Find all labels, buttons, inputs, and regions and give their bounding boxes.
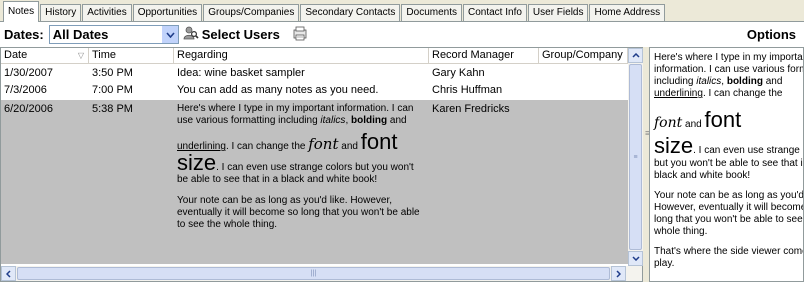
cell-regarding: You can add as many notes as you need. — [177, 84, 379, 96]
viewer-text: and — [682, 119, 705, 130]
note-big-font: font — [360, 129, 398, 154]
cell-date: 1/30/2007 — [4, 67, 53, 79]
notes-toolbar: Dates: All Dates Select Users Options — [0, 22, 804, 47]
tab-opportunities[interactable]: Opportunities — [132, 4, 203, 21]
note-big-size: size — [177, 150, 217, 175]
horizontal-scrollbar[interactable]: ||| — [1, 266, 642, 281]
note-paragraph: Here's where I type in my important info… — [177, 103, 425, 127]
vertical-scrollbar[interactable]: ≡ — [628, 48, 643, 266]
viewer-paragraph: font and font — [654, 107, 803, 132]
column-header-time[interactable]: Time — [89, 48, 174, 63]
cell-group-company — [539, 83, 628, 99]
viewer-bold: bolding — [726, 76, 763, 87]
cell-record-manager: Karen Fredricks — [432, 103, 510, 115]
tab-history[interactable]: History — [40, 4, 82, 21]
grid-rows: 1/30/2007 3:50 PM Idea: wine basket samp… — [1, 64, 628, 264]
note-text: Your note can be as long as you'd like. … — [177, 195, 420, 230]
cell-time: 7:00 PM — [92, 84, 133, 96]
tab-bar: Notes History Activities Opportunities G… — [0, 0, 804, 22]
tab-user-fields[interactable]: User Fields — [527, 4, 589, 21]
note-text: and — [338, 141, 361, 152]
viewer-paragraph: size. I can even use strange colors but … — [654, 133, 803, 182]
cell-group-company — [539, 66, 628, 82]
viewer-big-size: size — [654, 133, 694, 158]
cell-regarding-note: Here's where I type in my important info… — [174, 100, 429, 264]
note-italics: italics — [320, 115, 346, 126]
column-header-group-company[interactable]: Group/Company — [539, 48, 628, 63]
column-header-date[interactable]: Date ▽ — [1, 48, 89, 63]
tab-documents[interactable]: Documents — [401, 4, 462, 21]
tab-groups-companies[interactable]: Groups/Companies — [203, 4, 300, 21]
table-row[interactable]: 1/30/2007 3:50 PM Idea: wine basket samp… — [1, 66, 628, 82]
notes-grid: Date ▽ Time Regarding Record Manager Gro… — [0, 47, 643, 282]
dates-dropdown[interactable]: All Dates — [48, 25, 179, 44]
note-paragraph: Your note can be as long as you'd like. … — [177, 195, 425, 231]
dates-label: Dates: — [4, 27, 44, 42]
table-row[interactable]: 7/3/2006 7:00 PM You can add as many not… — [1, 83, 628, 99]
cell-date: 6/20/2006 — [4, 103, 53, 115]
note-text: and — [387, 115, 407, 126]
cell-date: 7/3/2006 — [4, 84, 47, 96]
options-button[interactable]: Options — [747, 27, 796, 42]
viewer-text: and — [762, 76, 783, 87]
note-text: . I can change the — [225, 141, 309, 152]
viewer-text: That's where the side viewer comes into … — [654, 246, 803, 269]
cell-time: 5:38 PM — [92, 103, 133, 115]
cell-record-manager: Chris Huffman — [432, 84, 503, 96]
note-paragraph: size. I can even use strange colors but … — [177, 152, 425, 186]
scroll-thumb[interactable]: ≡ — [629, 64, 642, 250]
note-bold: bolding — [351, 115, 388, 126]
dates-value: All Dates — [52, 27, 109, 42]
viewer-script-font: font — [654, 115, 683, 131]
side-viewer-content: Here's where I type in my important info… — [654, 52, 804, 278]
column-header-record-manager[interactable]: Record Manager — [429, 48, 539, 63]
tab-notes[interactable]: Notes — [3, 1, 40, 22]
cell-time: 3:50 PM — [92, 67, 133, 79]
column-header-label: Date — [4, 49, 28, 61]
sort-arrow-icon: ▽ — [77, 51, 84, 60]
tab-home-address[interactable]: Home Address — [589, 4, 666, 21]
tab-secondary-contacts[interactable]: Secondary Contacts — [300, 4, 401, 21]
horizontal-scroll-thumb[interactable]: ||| — [17, 267, 610, 280]
scroll-down-icon[interactable] — [628, 251, 643, 266]
scroll-left-icon[interactable] — [1, 266, 16, 281]
grip-icon: ≡ — [633, 153, 638, 161]
table-row-selected[interactable]: 6/20/2006 5:38 PM Here's where I type in… — [1, 100, 628, 264]
viewer-underline: underlining — [654, 88, 703, 99]
column-header-regarding[interactable]: Regarding — [174, 48, 429, 63]
side-viewer: Here's where I type in my important info… — [649, 47, 804, 282]
viewer-text: . I can change the — [702, 88, 783, 99]
notes-panel: Notes History Activities Opportunities G… — [0, 0, 804, 282]
cell-group-company — [539, 100, 628, 264]
users-icon — [183, 25, 199, 44]
print-icon[interactable] — [292, 26, 308, 44]
cell-regarding: Idea: wine basket sampler — [177, 67, 305, 79]
note-script-font: font — [308, 135, 339, 153]
grid-header: Date ▽ Time Regarding Record Manager Gro… — [1, 48, 628, 64]
viewer-big-font: font — [704, 107, 742, 132]
viewer-paragraph: Here's where I type in my important info… — [654, 52, 803, 100]
scroll-right-icon[interactable] — [611, 266, 626, 281]
viewer-italics: italics — [696, 76, 722, 87]
chevron-down-icon[interactable] — [161, 26, 178, 43]
select-users-button[interactable]: Select Users — [183, 25, 280, 44]
viewer-text: Your note can be as long as you'd like. … — [654, 190, 804, 237]
cell-record-manager: Gary Kahn — [432, 67, 485, 79]
tab-activities[interactable]: Activities — [82, 4, 132, 21]
viewer-paragraph: Your note can be as long as you'd like. … — [654, 190, 804, 238]
grip-icon: ||| — [310, 270, 317, 277]
select-users-label: Select Users — [201, 27, 280, 42]
viewer-paragraph: That's where the side viewer comes into … — [654, 246, 803, 270]
scroll-up-icon[interactable] — [628, 48, 643, 63]
tab-contact-info[interactable]: Contact Info — [462, 4, 527, 21]
